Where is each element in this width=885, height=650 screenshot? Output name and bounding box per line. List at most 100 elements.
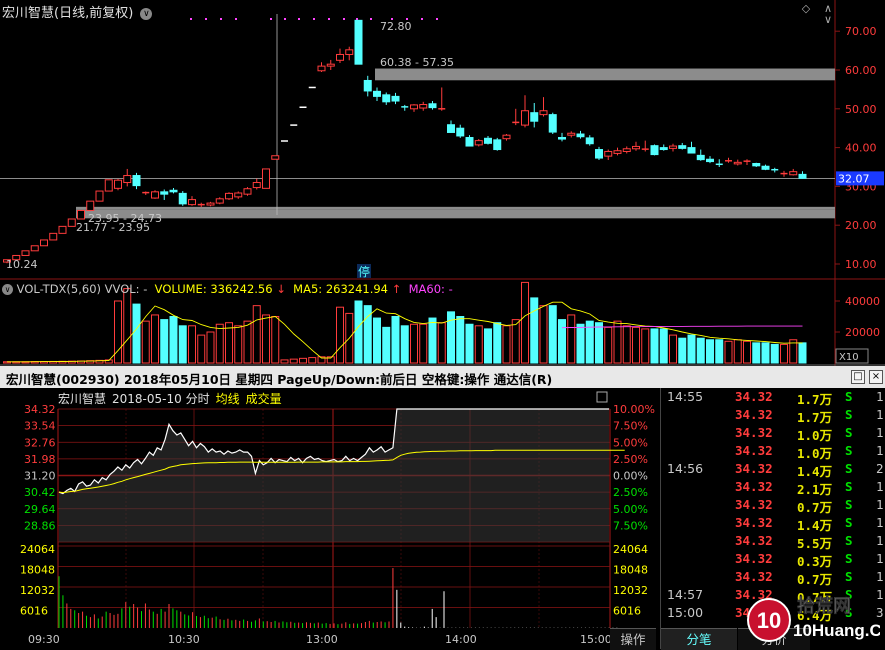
candle-body (206, 202, 215, 206)
tab-tick[interactable]: 分笔 (661, 628, 737, 650)
candle-body (548, 114, 557, 133)
right-pct-tick: 5.00% (613, 436, 648, 449)
volume-label: VOLUME: (154, 282, 207, 296)
y-tick-label: 10.00 (845, 258, 877, 271)
tick-row[interactable]: 34.32 1.0万 S 1 (661, 443, 885, 461)
left-price-tick: 33.54 (24, 420, 56, 433)
close-button[interactable]: × (869, 370, 883, 384)
volume-bar (511, 319, 520, 364)
event-marker (190, 18, 192, 20)
candle-body (447, 124, 455, 133)
left-price-tick: 31.20 (24, 470, 56, 483)
left-price-tick: 30.42 (24, 486, 56, 499)
volume-bar (169, 316, 178, 364)
right-pct-tick: 7.50% (613, 519, 648, 532)
event-marker (343, 18, 345, 20)
candle-body (95, 190, 104, 202)
tick-row[interactable]: 14:55 34.32 1.7万 S 1 (661, 389, 885, 407)
tick-row[interactable]: 34.32 1.0万 S 1 (661, 425, 885, 443)
tick-row[interactable]: 34.32 1.7万 S 1 (661, 407, 885, 425)
volume-bar (659, 328, 668, 364)
intraday-chart[interactable]: 宏川智慧 2018-05-10 分时 均线 成交量 34.32 33.54 32.76 31.… (0, 388, 660, 649)
candle-body (225, 192, 233, 200)
chevron-down-icon[interactable]: ∨ (2, 284, 13, 295)
tick-row[interactable]: 34.32 0.3万 S 1 (661, 551, 885, 569)
volume-bar (382, 326, 391, 364)
tab-operate[interactable]: 操作 (610, 628, 656, 650)
diamond-icon[interactable]: ◇ (800, 3, 812, 15)
candle-body (188, 199, 196, 206)
volume-bar (733, 339, 742, 364)
volume-bar (576, 323, 585, 364)
ma5-up-arrow-icon: ↑ (391, 282, 402, 296)
volume-bar (632, 326, 640, 364)
volume-bar (410, 323, 418, 364)
tick-vol: 1.0万 (797, 428, 833, 443)
volume-bar (641, 328, 650, 364)
tick-row[interactable]: 34.32 0.7万 S 1 (661, 497, 885, 515)
volume-bar (132, 303, 141, 364)
volume-bar (336, 306, 344, 364)
left-price-tick: 29.64 (24, 503, 56, 516)
annotation-low: 10.24 (6, 258, 38, 271)
tick-price: 34.32 (735, 515, 773, 530)
candle-body (252, 182, 261, 189)
tick-time: 14:57 (667, 587, 704, 602)
minute-window-titlebar[interactable]: 宏川智慧(002930) 2018年05月10日 星期四 PageUp/Down… (0, 366, 885, 388)
candle-body (669, 145, 677, 149)
candle-body (585, 137, 594, 145)
tick-cnt: 1 (876, 515, 884, 530)
tick-price: 34.32 (735, 461, 773, 476)
tick-row[interactable]: 14:56 34.32 1.4万 S 2 (661, 461, 885, 479)
candle-body (687, 147, 696, 154)
candle-body (354, 19, 363, 65)
volume-bar (271, 316, 280, 364)
scroll-down-icon[interactable]: ∨ (822, 14, 834, 26)
volume-bar (595, 322, 603, 364)
tick-price: 34.32 (735, 407, 773, 422)
right-pct-tick: 2.50% (613, 486, 648, 499)
right-vol-tick: 18048 (613, 564, 648, 577)
tick-row[interactable]: 34.32 0.7万 S 1 (661, 569, 885, 587)
candle-body (336, 53, 344, 61)
volume-bar (613, 320, 622, 364)
volume-bar (188, 325, 196, 364)
tick-row[interactable]: 34.32 2.1万 S 1 (661, 479, 885, 497)
left-price-tick: 32.76 (24, 436, 56, 449)
tick-price: 34.32 (735, 569, 773, 584)
volume-bar (521, 281, 529, 364)
watermark-badge-text: 10 (757, 608, 781, 633)
tick-cnt: 1 (876, 443, 884, 458)
left-price-tick: 28.86 (24, 519, 56, 532)
candle-body (234, 192, 243, 198)
candle-body (502, 134, 511, 140)
restore-button[interactable]: □ (851, 370, 865, 384)
gap-band (375, 68, 835, 81)
volume-bar (687, 334, 696, 364)
tick-bs: S (845, 479, 853, 494)
tick-row[interactable]: 34.32 5.5万 S 1 (661, 533, 885, 551)
candle-body (317, 65, 326, 72)
volume-bar (669, 334, 677, 364)
y-tick-label: 50.00 (845, 103, 877, 116)
y-tick-label: 40.00 (845, 142, 877, 155)
volume-bar (215, 323, 224, 364)
candle-body (798, 173, 807, 179)
event-marker (356, 18, 358, 20)
candle-body (49, 232, 58, 241)
tick-cnt: 1 (876, 569, 884, 584)
tick-price: 34.32 (735, 443, 773, 458)
volume-bar (770, 343, 779, 364)
annotation-gap3: 21.77 - 23.95 (76, 221, 150, 234)
volume-bar (678, 337, 687, 364)
kline-chart-title: 宏川智慧(日线,前复权) ∨ (2, 2, 153, 21)
tick-cnt: 1 (876, 551, 884, 566)
daily-kline-chart[interactable]: 70.0060.0050.0040.0030.0020.0010.0032.07… (0, 0, 885, 280)
candle-body (419, 104, 428, 109)
candle-body (622, 148, 631, 152)
candle-body (373, 90, 381, 97)
candle-body (456, 127, 465, 137)
candle-body (706, 158, 714, 163)
tick-row[interactable]: 34.32 1.4万 S 1 (661, 515, 885, 533)
chevron-down-icon[interactable]: ∨ (140, 7, 153, 20)
